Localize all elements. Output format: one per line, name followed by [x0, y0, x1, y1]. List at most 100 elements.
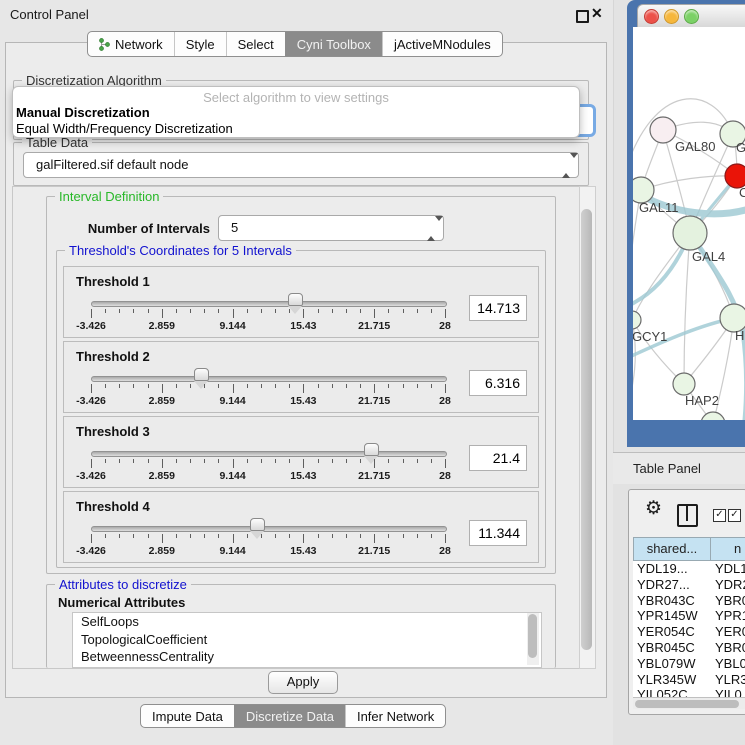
- threshold-2-slider[interactable]: -3.4262.8599.14415.4321.71528: [91, 368, 445, 408]
- dropdown-placeholder: Select algorithm to view settings: [13, 87, 579, 105]
- algorithm-dropdown-popup: Select algorithm to view settings Manual…: [12, 86, 580, 138]
- vertical-scrollbar-thumb[interactable]: [581, 209, 592, 650]
- table-row[interactable]: YDR27... YDR2: [633, 577, 745, 593]
- tick-label: 9.144: [219, 395, 245, 407]
- vertical-scrollbar[interactable]: [579, 186, 596, 669]
- tick-label: 21.715: [358, 395, 390, 407]
- tick-label: 15.43: [290, 545, 316, 557]
- node-label-gcy1: GCY1: [633, 329, 667, 344]
- tick-label: 21.715: [358, 545, 390, 557]
- slider-track[interactable]: [91, 376, 447, 382]
- threshold-4-slider[interactable]: -3.4262.8599.14415.4321.71528: [91, 518, 445, 558]
- close-icon[interactable]: ✕: [591, 5, 603, 22]
- tick-label: 2.859: [149, 470, 175, 482]
- threshold-2-panel: Threshold 2 -3.4262.8599.14415.4321.7152…: [63, 341, 539, 413]
- table-row[interactable]: YLR345W YLR3: [633, 672, 745, 688]
- popup-option-equal-width-frequency[interactable]: Equal Width/Frequency Discretization: [13, 121, 579, 137]
- tick-label: 21.715: [358, 470, 390, 482]
- zoom-traffic-light-icon[interactable]: [684, 9, 699, 24]
- tab-discretize-data[interactable]: Discretize Data: [234, 705, 345, 727]
- node-hap2[interactable]: [673, 373, 695, 395]
- minimize-traffic-light-icon[interactable]: [664, 9, 679, 24]
- table-row[interactable]: YBL079W YBL0: [633, 656, 745, 672]
- table-rows: YDL19... YDL1 YDR27... YDR2 YBR043C YBR0…: [633, 561, 745, 697]
- slider-ticks: [91, 459, 445, 469]
- tick-label: -3.426: [76, 470, 106, 482]
- tick-label: 21.715: [358, 320, 390, 332]
- tab-style[interactable]: Style: [174, 32, 226, 56]
- column-header-name[interactable]: n: [711, 537, 745, 561]
- node-label-gal80: GAL80: [675, 139, 715, 154]
- slider-track[interactable]: [91, 301, 447, 307]
- threshold-label: Threshold 3: [76, 424, 150, 439]
- table-row[interactable]: YIL052C YIL0: [633, 687, 745, 697]
- tab-network[interactable]: Network: [88, 32, 174, 56]
- table-header-row: shared... n: [633, 537, 745, 561]
- combo-stepper-icon[interactable]: [427, 221, 436, 235]
- float-icon[interactable]: [576, 10, 589, 23]
- table-row[interactable]: YPR145W YPR1: [633, 608, 745, 624]
- table-panel-header: Table Panel: [613, 452, 745, 485]
- table-row[interactable]: YBR043C YBR0: [633, 593, 745, 609]
- threshold-3-slider[interactable]: -3.4262.8599.14415.4321.71528: [91, 443, 445, 483]
- threshold-1-slider[interactable]: -3.4262.8599.14415.4321.71528: [91, 293, 445, 333]
- number-of-intervals-combobox[interactable]: 5: [218, 215, 444, 241]
- apply-button[interactable]: Apply: [268, 671, 338, 694]
- tab-impute-data[interactable]: Impute Data: [141, 705, 234, 727]
- attributes-list-scrollbar[interactable]: [527, 613, 539, 665]
- tab-select[interactable]: Select: [226, 32, 285, 56]
- tick-label: 15.43: [290, 470, 316, 482]
- slider-track[interactable]: [91, 526, 447, 532]
- attribute-selfloops[interactable]: SelfLoops: [73, 613, 541, 631]
- attribute-betweennesscentrality[interactable]: BetweennessCentrality: [73, 648, 541, 666]
- tab-infer-network[interactable]: Infer Network: [345, 705, 445, 727]
- tick-label: 28: [439, 320, 451, 332]
- network-canvas[interactable]: GAL80GCGAL11GAL4GCY1HHAP2: [633, 27, 745, 420]
- threshold-3-value-field[interactable]: 21.4: [469, 445, 527, 471]
- split-columns-icon[interactable]: [677, 504, 698, 527]
- table-row[interactable]: YER054C YER0: [633, 624, 745, 640]
- threshold-4-value-field[interactable]: 11.344: [469, 520, 527, 546]
- node-label-c: C: [739, 185, 745, 200]
- node-label-gal4: GAL4: [692, 249, 725, 264]
- number-of-intervals-label: Number of Intervals: [60, 221, 210, 236]
- close-traffic-light-icon[interactable]: [644, 9, 659, 24]
- attributes-list-scrollbar-thumb[interactable]: [528, 614, 537, 658]
- table-row[interactable]: YBR045C YBR0: [633, 640, 745, 656]
- node-label-gal11: GAL11: [639, 200, 679, 215]
- bottom-tabs: Impute DataDiscretize DataInfer Network: [140, 704, 446, 728]
- slider-ticks: [91, 384, 445, 394]
- gear-icon[interactable]: ⚙: [645, 499, 662, 518]
- horizontal-scrollbar-thumb[interactable]: [635, 700, 739, 708]
- tick-label: -3.426: [76, 545, 106, 557]
- screen: Control Panel ✕ Network S: [0, 0, 745, 745]
- threshold-1-value-field[interactable]: 14.713: [469, 295, 527, 321]
- attribute-topologicalcoefficient[interactable]: TopologicalCoefficient: [73, 631, 541, 649]
- slider-ticks: [91, 309, 445, 319]
- table-data-combobox[interactable]: galFiltered.sif default node: [23, 152, 579, 178]
- network-window-titlebar[interactable]: [637, 4, 745, 29]
- threshold-label: Threshold 1: [76, 274, 150, 289]
- numerical-attributes-list[interactable]: SelfLoopsTopologicalCoefficientBetweenne…: [72, 612, 542, 668]
- checkbox-icon[interactable]: ✓: [713, 509, 726, 522]
- tick-label: -3.426: [76, 395, 106, 407]
- tick-label: 2.859: [149, 320, 175, 332]
- node-gal80[interactable]: [650, 117, 676, 143]
- popup-option-manual-discretization[interactable]: Manual Discretization: [13, 105, 579, 121]
- threshold-label: Threshold 2: [76, 349, 150, 364]
- horizontal-scrollbar[interactable]: [633, 697, 745, 709]
- table-row[interactable]: YDL19... YDL1: [633, 561, 745, 577]
- checkbox-icon[interactable]: ✓: [728, 509, 741, 522]
- main-tabs: Network Style Select: [87, 31, 503, 57]
- node-gal4[interactable]: [673, 216, 707, 250]
- tab-cyni-toolbox[interactable]: Cyni Toolbox: [285, 32, 382, 56]
- tick-label: -3.426: [76, 320, 106, 332]
- column-header-shared-name[interactable]: shared...: [633, 537, 711, 561]
- slider-tick-labels: -3.4262.8599.14415.4321.71528: [91, 545, 445, 557]
- tab-jactivemnodules[interactable]: jActiveMNodules: [382, 32, 502, 56]
- table-data-value: galFiltered.sif default node: [36, 153, 188, 176]
- threshold-2-value-field[interactable]: 6.316: [469, 370, 527, 396]
- slider-track[interactable]: [91, 451, 447, 457]
- combo-stepper-icon[interactable]: [562, 158, 571, 172]
- node-gcy1[interactable]: [633, 311, 641, 329]
